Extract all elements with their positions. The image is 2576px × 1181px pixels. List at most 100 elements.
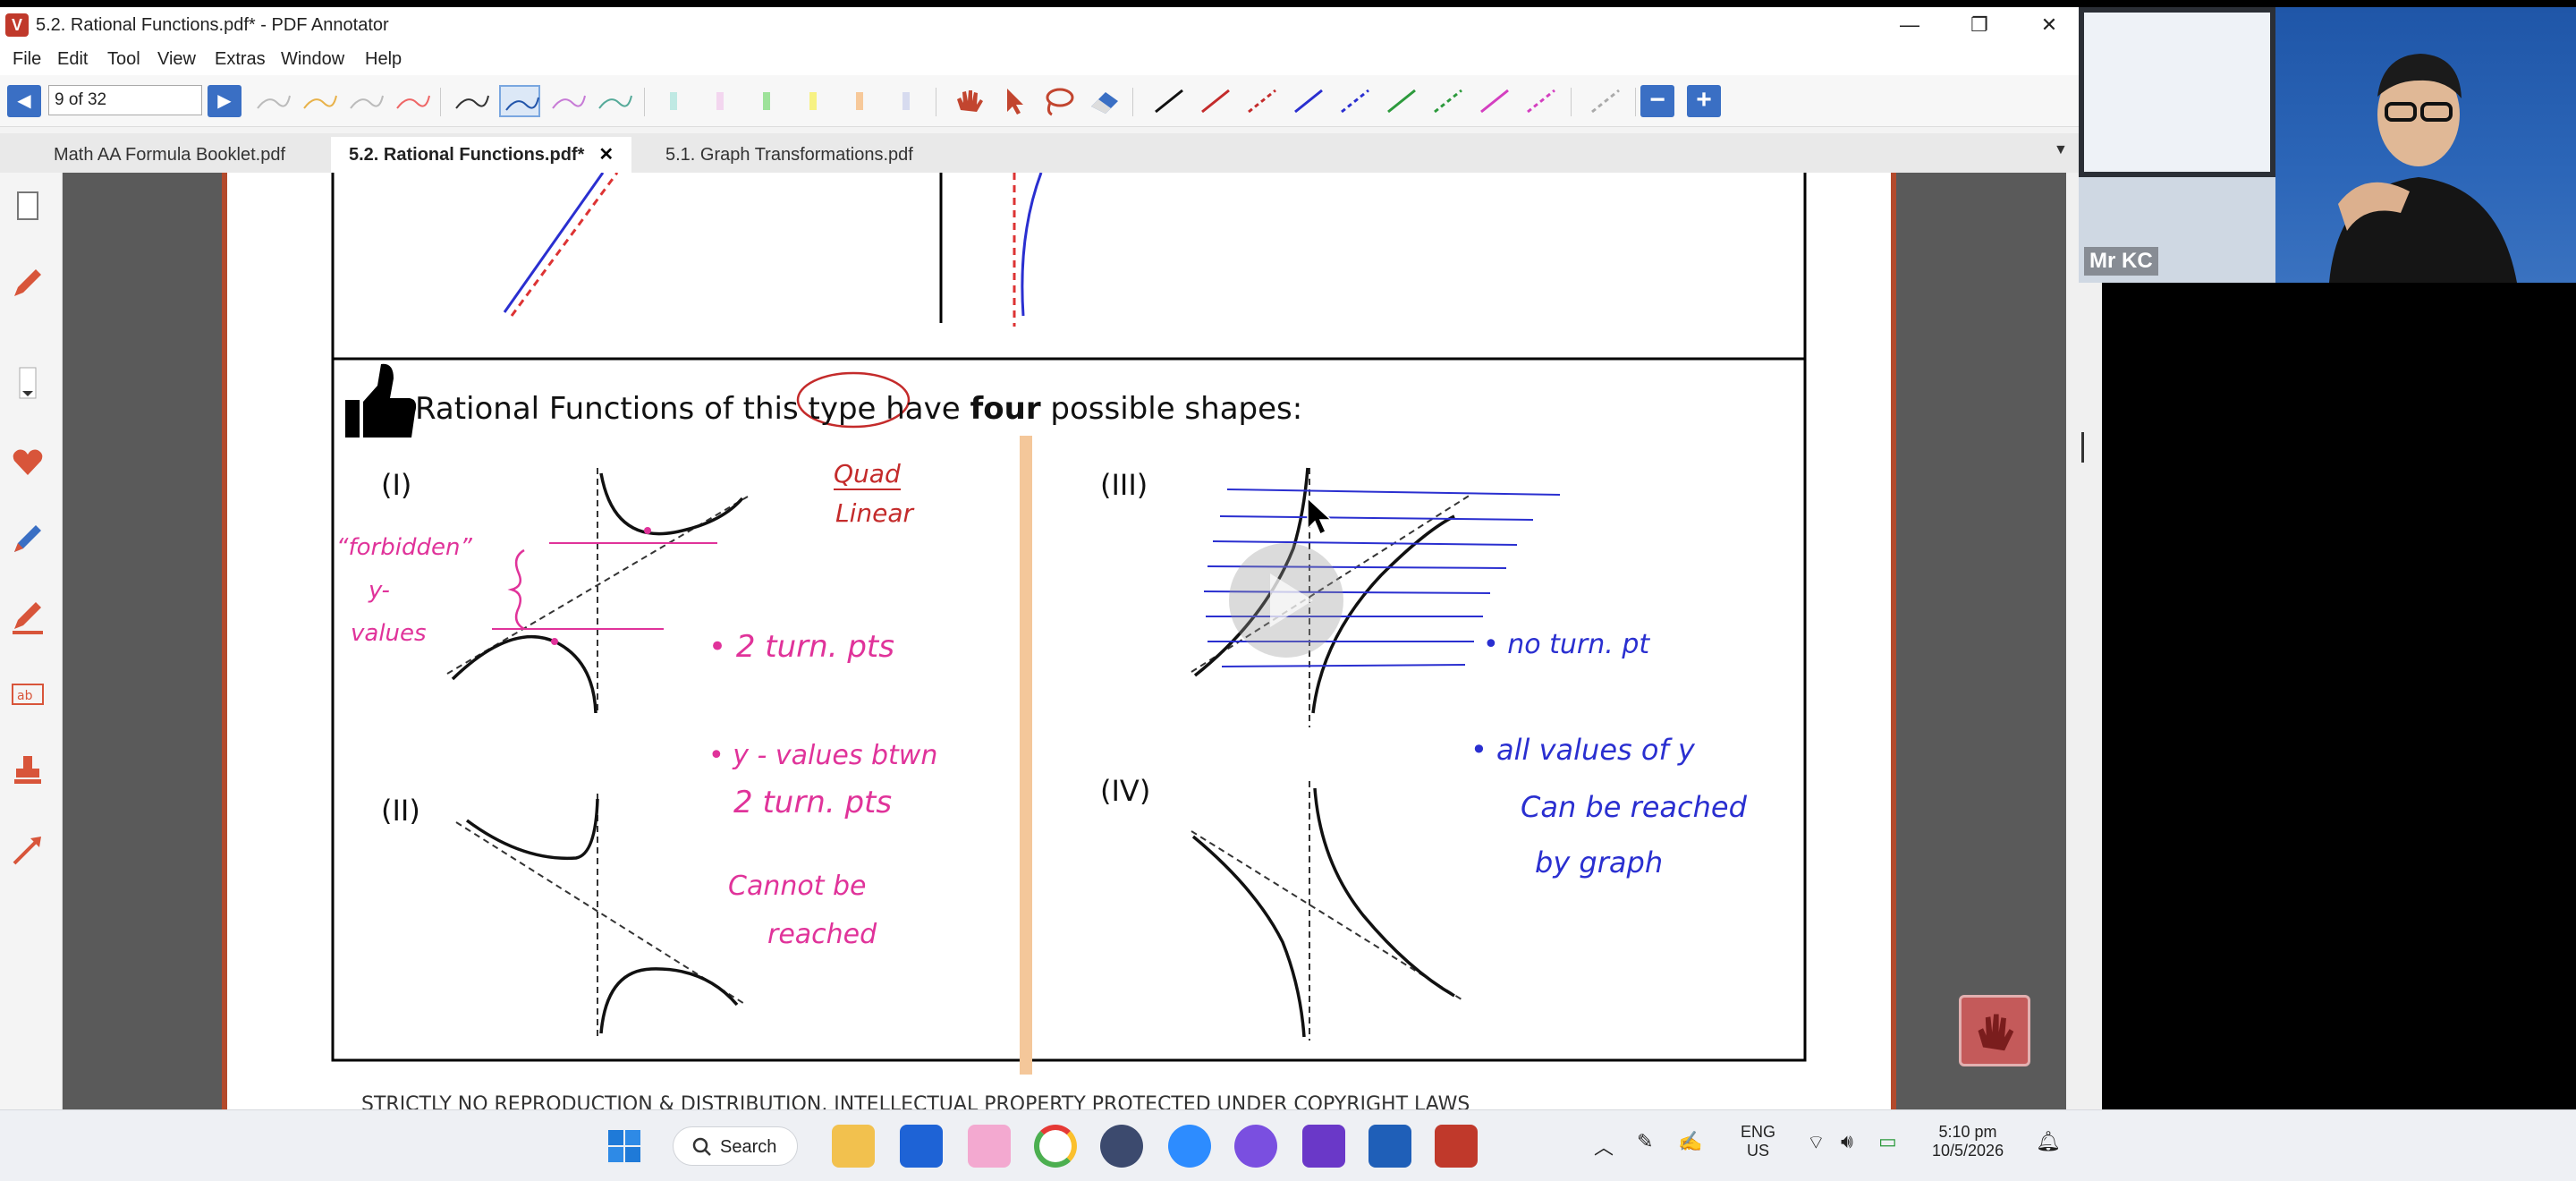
highlighter-preset-icon[interactable] — [886, 85, 927, 117]
line-tool-black-icon[interactable] — [1148, 85, 1190, 117]
eraser-icon[interactable] — [1084, 85, 1125, 117]
screen-app-icon[interactable] — [1368, 1125, 1411, 1168]
menu-view[interactable]: View — [157, 49, 196, 70]
line-tool-blue-icon[interactable] — [1288, 85, 1329, 117]
highlighter-tool-icon[interactable] — [7, 597, 48, 638]
highlighter-preset-icon[interactable] — [746, 85, 787, 117]
handwriting-y-values: • y - values btwn — [708, 740, 938, 771]
battery-icon[interactable]: ▭ — [1878, 1130, 1897, 1153]
close-window-button[interactable]: ✕ — [2022, 7, 2076, 43]
highlighter-preset-icon[interactable] — [653, 85, 694, 117]
hand-tool-icon[interactable] — [948, 85, 989, 117]
volume-icon[interactable]: 🔊︎ — [1841, 1130, 1853, 1153]
language-indicator[interactable]: ENG US — [1741, 1123, 1775, 1160]
dashed-line-green-icon[interactable] — [1428, 85, 1469, 117]
highlighter-preset-icon[interactable] — [699, 85, 741, 117]
pdf-annotator-taskbar-icon[interactable] — [1435, 1125, 1478, 1168]
wifi-icon[interactable]: ⌔ — [1807, 1130, 1826, 1155]
side-tool-panel: ab — [0, 173, 63, 1109]
presenter-figure — [2329, 54, 2517, 283]
whiteboard-app-icon[interactable] — [1234, 1125, 1277, 1168]
pdf-page[interactable]: STRICTLY NO REPRODUCTION & DISTRIBUTION.… — [222, 173, 1896, 1109]
line-tool-green-icon[interactable] — [1381, 85, 1422, 117]
menu-window[interactable]: Window — [281, 49, 344, 70]
menu-help[interactable]: Help — [365, 49, 402, 70]
zoom-icon[interactable] — [1168, 1125, 1211, 1168]
notification-icon[interactable]: 🔔︎ — [2036, 1130, 2061, 1153]
dashed-line-gray-icon[interactable] — [1585, 85, 1626, 117]
pen-preset-icon[interactable] — [252, 85, 293, 117]
menu-file[interactable]: File — [13, 49, 41, 70]
zoom-in-button[interactable]: + — [1687, 85, 1721, 117]
pen-tray-icon[interactable]: ✎ — [1637, 1130, 1653, 1153]
taskbar-search[interactable]: Search — [673, 1126, 798, 1166]
tab-label: 5.1. Graph Transformations.pdf — [665, 145, 913, 165]
clock[interactable]: 5:10 pm 10/5/2026 — [1932, 1123, 2004, 1160]
tab-graph-transformations[interactable]: 5.1. Graph Transformations.pdf — [648, 137, 931, 173]
line-tool-red-icon[interactable] — [1195, 85, 1236, 117]
search-icon — [692, 1137, 711, 1156]
touch-keyboard-icon[interactable]: ✍ — [1678, 1130, 1702, 1153]
title-bar: V 5.2. Rational Functions.pdf* - PDF Ann… — [0, 7, 2102, 43]
pen-preset-icon[interactable] — [392, 85, 433, 117]
vertical-scrollbar[interactable] — [2066, 173, 2102, 1109]
label-III: (III) — [1100, 468, 1148, 502]
pen-preset-icon[interactable] — [547, 85, 589, 117]
shapes-box — [331, 357, 1807, 1062]
tab-list-dropdown-icon[interactable]: ▼ — [2054, 142, 2068, 158]
scrollbar-thumb[interactable] — [2081, 432, 2084, 463]
pen-preset-icon[interactable] — [299, 85, 340, 117]
pen-preset-icon[interactable] — [594, 85, 635, 117]
meta-app-icon[interactable] — [1302, 1125, 1345, 1168]
favorites-heart-icon[interactable] — [7, 441, 48, 482]
menu-tool[interactable]: Tool — [107, 49, 140, 70]
compass-app-icon[interactable] — [1100, 1125, 1143, 1168]
handwriting-reached: reached — [767, 919, 877, 950]
raise-hand-button[interactable] — [1959, 995, 2030, 1066]
line-tool-magenta-icon[interactable] — [1474, 85, 1515, 117]
language-code: ENG — [1741, 1123, 1776, 1141]
zoom-out-button[interactable]: − — [1640, 85, 1674, 117]
pen-tool-icon[interactable] — [7, 262, 48, 303]
dashed-line-red-icon[interactable] — [1241, 85, 1283, 117]
toolbar-separator — [1132, 88, 1133, 116]
page-footer: STRICTLY NO REPRODUCTION & DISTRIBUTION.… — [361, 1093, 1470, 1109]
page-tool-icon[interactable] — [7, 185, 48, 226]
next-page-button[interactable]: ▶ — [208, 85, 242, 117]
document-viewport[interactable]: STRICTLY NO REPRODUCTION & DISTRIBUTION.… — [63, 173, 2066, 1109]
dashed-line-blue-icon[interactable] — [1335, 85, 1376, 117]
snipping-tool-icon[interactable] — [968, 1125, 1011, 1168]
dashed-line-magenta-icon[interactable] — [1521, 85, 1562, 117]
file-explorer-icon[interactable] — [832, 1125, 875, 1168]
handwriting-forbidden-y: y- — [369, 577, 390, 604]
select-arrow-icon[interactable] — [993, 85, 1034, 117]
page-number-field[interactable]: 9 of 32 — [48, 85, 202, 115]
previous-page-button[interactable]: ◀ — [7, 85, 41, 117]
label-II: (II) — [381, 794, 420, 828]
marker-tool-icon[interactable] — [7, 518, 48, 559]
minimize-button[interactable]: — — [1883, 7, 1936, 43]
chrome-icon[interactable] — [1034, 1125, 1077, 1168]
maximize-button[interactable]: ❐ — [1953, 7, 2006, 43]
start-button[interactable] — [603, 1125, 646, 1168]
highlighter-preset-icon[interactable] — [792, 85, 834, 117]
highlighter-preset-icon[interactable] — [839, 85, 880, 117]
tray-overflow-chevron-icon[interactable]: ︿ — [1594, 1132, 1614, 1160]
handwriting-no-turning-point: • no turn. pt — [1483, 629, 1650, 660]
pen-preset-icon[interactable] — [451, 85, 492, 117]
text-box-tool-icon[interactable]: ab — [7, 674, 48, 715]
handwriting-quad: Quad — [834, 459, 901, 490]
color-dropdown[interactable] — [7, 362, 48, 404]
pen-preset-selected-icon[interactable] — [499, 85, 540, 117]
arrow-tool-icon[interactable] — [7, 829, 48, 871]
pen-preset-icon[interactable] — [345, 85, 386, 117]
stamp-tool-icon[interactable] — [7, 751, 48, 792]
menu-edit[interactable]: Edit — [57, 49, 88, 70]
menu-extras[interactable]: Extras — [215, 49, 266, 70]
tab-rational-functions[interactable]: 5.2. Rational Functions.pdf* ✕ — [331, 137, 632, 173]
lasso-icon[interactable] — [1038, 85, 1079, 117]
dropbox-icon[interactable] — [900, 1125, 943, 1168]
previous-section-box — [331, 173, 1807, 361]
tab-formula-booklet[interactable]: Math AA Formula Booklet.pdf — [36, 137, 303, 173]
close-tab-icon[interactable]: ✕ — [598, 145, 614, 165]
